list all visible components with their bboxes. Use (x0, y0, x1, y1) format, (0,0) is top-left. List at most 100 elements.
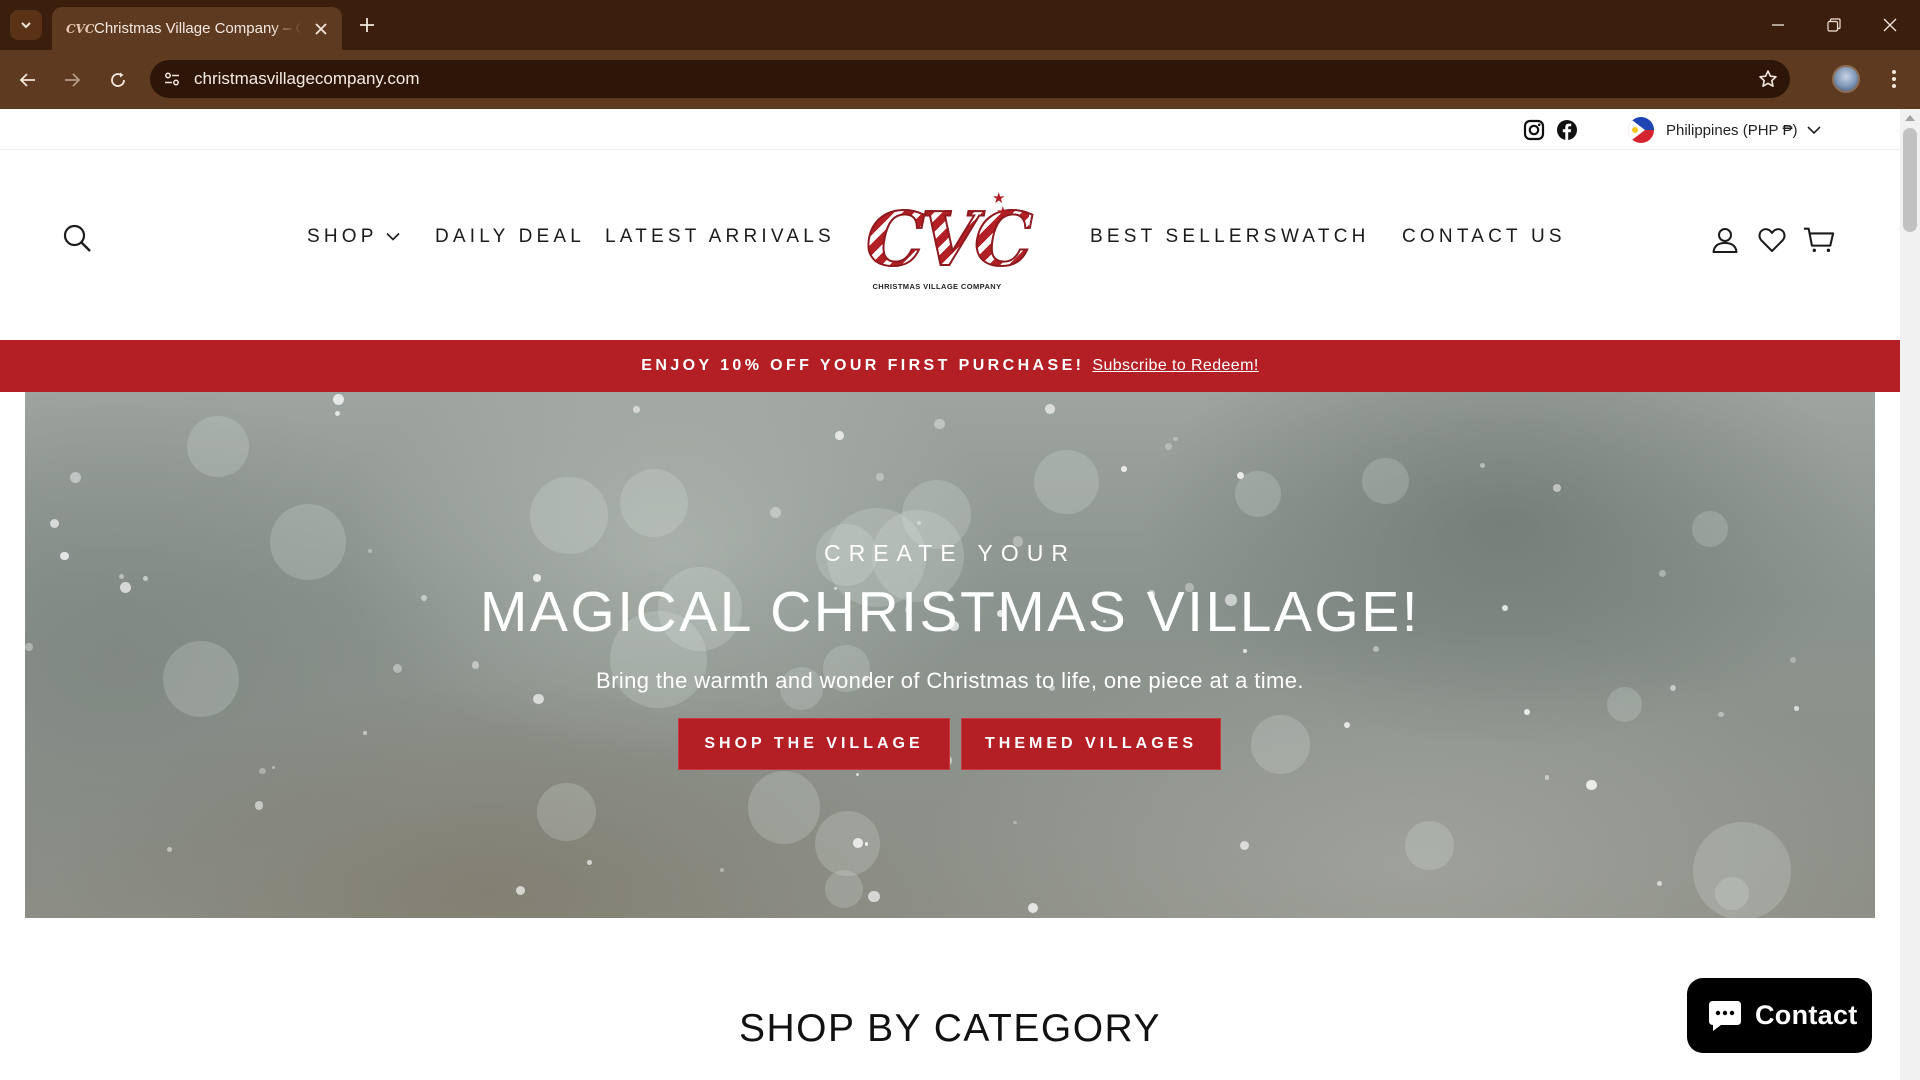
bokeh-light (814, 811, 880, 876)
reload-button[interactable] (102, 64, 134, 96)
nav-shop-label: SHOP (307, 226, 378, 247)
section-title: SHOP BY CATEGORY (738, 1007, 1162, 1050)
logo-subtitle: CHRISTMAS VILLAGE COMPANY (872, 282, 1002, 291)
reload-icon (111, 72, 125, 87)
scroll-up-arrow-icon[interactable] (1905, 115, 1915, 121)
restore-icon (1827, 18, 1841, 32)
account-icon (1712, 228, 1738, 253)
tab-search-button[interactable] (10, 10, 42, 40)
snowflake (69, 471, 81, 483)
snowflake (720, 867, 724, 872)
snowflake (1552, 484, 1561, 493)
wishlist-button[interactable] (1756, 224, 1788, 256)
snowflake (166, 846, 173, 853)
site-settings-icon (165, 72, 179, 86)
hero-subtitle: Bring the warmth and wonder of Christmas… (596, 668, 1304, 693)
snowflake (1344, 721, 1351, 728)
utility-bar: Philippines (PHP ₱) (0, 109, 1900, 150)
snowflake (49, 518, 59, 528)
country-currency-selector[interactable]: Philippines (PHP ₱) (1628, 116, 1822, 144)
tab-title: Christmas Village Company – Christmas Vi… (94, 20, 302, 37)
snowflake (1013, 820, 1017, 825)
promo-banner: ENJOY 10% OFF YOUR FIRST PURCHASE! Subsc… (0, 340, 1900, 392)
bokeh-light (1693, 822, 1792, 918)
snowflake (1173, 436, 1178, 442)
bokeh-light (1362, 457, 1410, 505)
nav-watch[interactable]: WATCH (1281, 226, 1370, 248)
new-tab-button[interactable] (353, 11, 381, 39)
nav-latest-arrivals[interactable]: LATEST ARRIVALS (605, 226, 835, 248)
cart-button[interactable] (1803, 224, 1835, 256)
snowflake (1790, 657, 1797, 664)
facebook-icon[interactable] (1556, 119, 1578, 141)
snowflake (835, 430, 844, 440)
snowflake (533, 694, 544, 705)
plus-icon (360, 18, 374, 32)
bokeh-light (1034, 449, 1099, 515)
restore-button[interactable] (1806, 0, 1862, 50)
active-tab[interactable]: CVC Christmas Village Company – Christma… (52, 7, 342, 50)
snowflake (255, 801, 264, 810)
hero-kicker: CREATE YOUR (823, 540, 1076, 566)
address-bar[interactable]: christmasvillagecompany.com (150, 60, 1790, 98)
hero-banner: CREATE YOUR MAGICAL CHRISTMAS VILLAGE! B… (25, 392, 1875, 918)
heart-icon (1758, 228, 1786, 252)
web-page: Philippines (PHP ₱) SHOP DAILY DEAL LATE… (0, 109, 1900, 1080)
chevron-down-icon (1807, 126, 1822, 135)
page-scrollbar[interactable] (1900, 109, 1920, 1080)
snowflake (515, 885, 525, 895)
subscribe-link[interactable]: Subscribe to Redeem! (1092, 357, 1258, 375)
tab-close-button[interactable] (310, 18, 332, 40)
snowflake (586, 860, 593, 866)
minimize-button[interactable] (1750, 0, 1806, 50)
bookmark-button[interactable] (1746, 69, 1790, 89)
themed-villages-button[interactable]: THEMED VILLAGES (961, 718, 1221, 770)
close-icon (315, 22, 327, 35)
shop-the-village-button[interactable]: SHOP THE VILLAGE (678, 718, 950, 770)
snowflake (1656, 881, 1662, 887)
search-icon[interactable] (62, 223, 92, 253)
account-button[interactable] (1709, 224, 1741, 256)
snowflake (1239, 840, 1250, 851)
url-text[interactable]: christmasvillagecompany.com (194, 69, 1746, 89)
nav-best-sellers[interactable]: BEST SELLERS (1090, 226, 1281, 248)
snowflake (332, 393, 345, 406)
site-logo[interactable]: CVC ★ ★ CHRISTMAS VILLAGE COMPANY (862, 190, 1034, 294)
back-button[interactable] (12, 64, 44, 96)
scrollbar-thumb[interactable] (1903, 128, 1917, 232)
back-arrow-icon (19, 73, 35, 87)
snowflake (933, 418, 945, 430)
nav-contact-us[interactable]: CONTACT US (1402, 226, 1566, 248)
snowflake (868, 891, 880, 903)
forward-button[interactable] (56, 64, 88, 96)
bookmark-star-icon (1759, 70, 1777, 87)
close-icon (1883, 18, 1897, 32)
chevron-down-icon (21, 22, 31, 29)
snowflake (1027, 902, 1039, 913)
chat-label: Contact (1755, 1000, 1858, 1030)
snowflake (1523, 708, 1530, 716)
browser-menu-button[interactable] (1882, 62, 1906, 96)
snowflake (1243, 649, 1248, 654)
profile-avatar[interactable] (1832, 65, 1860, 93)
nav-shop[interactable]: SHOP (307, 226, 400, 248)
bokeh-light (1250, 715, 1310, 775)
nav-daily-deal[interactable]: DAILY DEAL (435, 226, 585, 248)
snowflake (259, 767, 266, 775)
chat-contact-button[interactable]: Contact (1687, 978, 1872, 1053)
browser-tab-strip: CVC Christmas Village Company – Christma… (0, 0, 1920, 50)
instagram-icon[interactable] (1523, 119, 1545, 141)
snowflake (1479, 462, 1485, 468)
bokeh-light (1404, 821, 1454, 871)
close-window-button[interactable] (1862, 0, 1918, 50)
cart-icon (1803, 227, 1835, 253)
bokeh-light (748, 771, 821, 844)
site-header: SHOP DAILY DEAL LATEST ARRIVALS CVC ★ ★ … (0, 150, 1900, 340)
site-settings-button[interactable] (150, 70, 194, 88)
promo-text: ENJOY 10% OFF YOUR FIRST PURCHASE! (641, 357, 1085, 374)
bokeh-light (187, 415, 249, 478)
snowflake (770, 507, 782, 519)
snowflake (1045, 404, 1056, 415)
snowflake (855, 773, 859, 777)
hero-title: MAGICAL CHRISTMAS VILLAGE! (479, 580, 1421, 644)
